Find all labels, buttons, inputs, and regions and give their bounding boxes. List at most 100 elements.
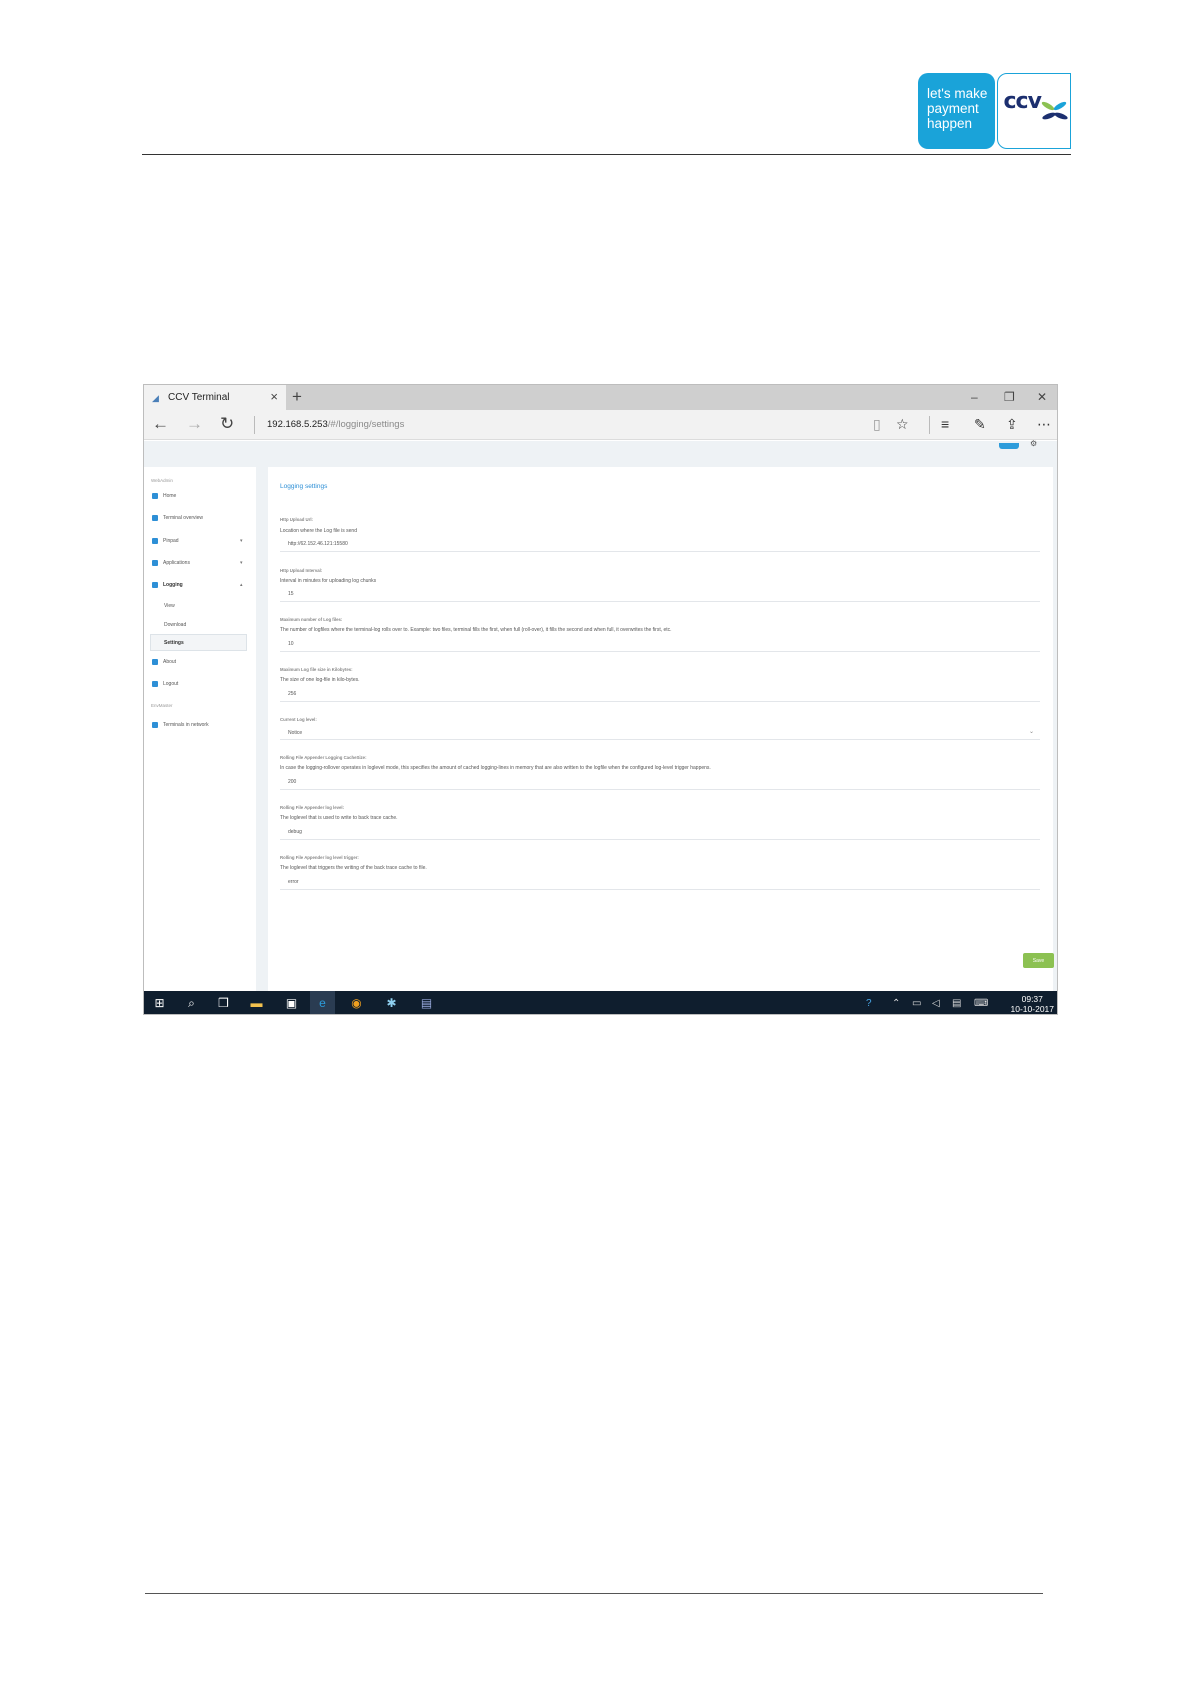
log-level-value: Notice	[288, 730, 303, 736]
sidebar-item-label: About	[163, 659, 177, 665]
address-bar: ← → ↻ 192.168.5.253/#/logging/settings ▯…	[144, 410, 1057, 440]
file-explorer-icon[interactable]: ▬	[249, 996, 264, 1011]
log-level-select[interactable]: Notice ⌄	[280, 725, 1040, 740]
cache-size-input[interactable]	[280, 775, 1040, 790]
sidebar-sub-download[interactable]: Download	[164, 622, 186, 628]
settings-panel: Logging settings Http Upload Url: Locati…	[268, 467, 1054, 992]
appender-log-level-input[interactable]	[280, 825, 1040, 840]
sidebar-sub-view[interactable]: View	[164, 603, 175, 609]
search-icon[interactable]: ⌕	[184, 996, 199, 1011]
system-clock[interactable]: 09:37 10-10-2017	[1011, 994, 1054, 1014]
field-label: Http Upload Url:	[280, 517, 313, 522]
keyboard-icon[interactable]: ⌨	[974, 997, 988, 1010]
pinpad-icon	[152, 538, 158, 544]
toolbar-separator	[929, 416, 930, 434]
sidebar-item-label: Pinpad	[163, 538, 179, 544]
apps-icon	[152, 560, 158, 566]
sidebar-sub-settings[interactable]: Settings	[150, 634, 247, 651]
store-icon[interactable]: ▣	[284, 996, 299, 1011]
field-label: Rolling File Appender log level:	[280, 805, 345, 810]
star-icon[interactable]: ☆	[896, 415, 909, 433]
http-upload-interval-input[interactable]	[280, 587, 1040, 602]
edge-icon[interactable]: e	[310, 991, 335, 1014]
ccv-flower-icon	[1041, 101, 1068, 120]
url-field[interactable]: 192.168.5.253/#/logging/settings	[267, 419, 404, 430]
page-title: Logging settings	[280, 483, 328, 490]
field-description: The loglevel that is used to write to ba…	[280, 815, 398, 821]
lock-icon	[152, 681, 158, 687]
ccv-wordmark-text: ccv	[1003, 89, 1042, 114]
close-icon[interactable]: ×	[270, 390, 278, 404]
page-viewport: ⚙ WebAdmin Home Terminal overview Pinpad…	[144, 439, 1057, 992]
browser-tab[interactable]: ◢ CCV Terminal ×	[144, 385, 286, 410]
more-icon[interactable]: ⋯	[1037, 415, 1051, 433]
back-arrow-icon[interactable]: ←	[152, 414, 169, 434]
chrome-icon[interactable]: ◉	[349, 996, 364, 1011]
info-icon	[152, 659, 158, 665]
sidebar-item-label: Logout	[163, 681, 179, 687]
grid-icon	[152, 722, 158, 728]
plus-icon[interactable]: +	[292, 387, 302, 407]
close-icon[interactable]: ✕	[1037, 389, 1047, 405]
chevron-up-icon[interactable]: ⌃	[892, 997, 900, 1010]
chevron-down-icon: ▾	[240, 560, 243, 566]
clock-date: 10-10-2017	[1010, 1004, 1054, 1014]
hub-icon[interactable]: ≡	[941, 415, 949, 433]
brand-slogan-line: let's make	[927, 86, 988, 101]
sidebar-item-label: Home	[163, 493, 177, 499]
paint-icon[interactable]: ✱	[384, 996, 399, 1011]
chevron-down-icon: ⌄	[1028, 729, 1034, 735]
windows-start-icon[interactable]: ⊞	[152, 996, 167, 1011]
notepad-icon[interactable]: ▤	[419, 996, 434, 1011]
file-icon	[152, 582, 158, 588]
browser-screenshot: ◢ CCV Terminal × + – ❐ ✕ ← → ↻ 192.168.5…	[143, 384, 1058, 1015]
http-upload-url-input[interactable]	[280, 537, 1040, 552]
volume-icon[interactable]: ◁	[932, 997, 940, 1010]
monitor-icon	[152, 515, 158, 521]
sidebar-section-title: EnvMaster	[151, 703, 173, 708]
restore-icon[interactable]: ❐	[1004, 389, 1015, 405]
sidebar-item-label: Terminals in network	[163, 722, 209, 728]
sidebar-item-label: Terminal overview	[163, 515, 204, 521]
settings-icon[interactable]: ⚙	[1030, 439, 1037, 448]
field-label: Maximum number of Log files:	[280, 617, 343, 622]
battery-icon[interactable]: ▭	[912, 997, 921, 1010]
browser-tabbar: ◢ CCV Terminal × + – ❐ ✕	[144, 385, 1057, 410]
refresh-icon[interactable]: ↻	[220, 414, 234, 434]
sidebar-item-home[interactable]: Home	[152, 489, 176, 503]
notifications-icon[interactable]: ▤	[952, 997, 961, 1010]
sidebar-item-terminals-in-network[interactable]: Terminals in network	[152, 718, 209, 732]
sidebar-item-about[interactable]: About	[152, 655, 176, 669]
tab-title: CCV Terminal	[168, 392, 230, 403]
field-description: The number of logfiles where the termina…	[280, 627, 672, 633]
sidebar-item-applications[interactable]: Applications ▾	[152, 556, 243, 570]
max-log-files-input[interactable]	[280, 637, 1040, 652]
help-icon[interactable]: ?	[866, 997, 872, 1010]
field-label: Rolling File Appender Logging CacheSize:	[280, 755, 367, 760]
reading-view-icon[interactable]: ▯	[873, 415, 881, 433]
web-note-icon[interactable]: ✎	[974, 415, 986, 433]
task-view-icon[interactable]: ❒	[216, 996, 231, 1011]
field-label: Current Log level:	[280, 717, 317, 722]
appender-log-level-trigger-input[interactable]	[280, 875, 1040, 890]
user-button[interactable]	[999, 443, 1019, 449]
share-icon[interactable]: ⇪	[1006, 415, 1018, 433]
address-separator	[254, 416, 255, 434]
ccv-logo: let's make payment happen ccv	[918, 73, 1071, 149]
max-log-file-size-input[interactable]	[280, 687, 1040, 702]
windows-taskbar: ⊞ ⌕ ❒ ▬ ▣ e ◉ ✱ ▤ ? ⌃ ▭ ◁ ▤ ⌨ 09:37 10-1…	[144, 991, 1057, 1014]
forward-arrow-icon[interactable]: →	[186, 414, 203, 434]
sidebar-item-pinpad[interactable]: Pinpad ▾	[152, 534, 243, 548]
sidebar-item-logging[interactable]: Logging ▴	[152, 578, 243, 592]
save-button[interactable]: Save	[1023, 953, 1054, 968]
sidebar-item-terminal-overview[interactable]: Terminal overview	[152, 511, 203, 525]
field-description: Interval in minutes for uploading log ch…	[280, 578, 377, 584]
field-description: In case the logging-rollover operates in…	[280, 765, 711, 771]
sidebar-section-title: WebAdmin	[151, 478, 173, 483]
sidebar-item-logout[interactable]: Logout	[152, 677, 178, 691]
sidebar-item-label: Applications	[163, 560, 190, 566]
field-label: Http Upload Interval:	[280, 568, 323, 573]
tab-favicon-icon: ◢	[152, 392, 159, 403]
sidebar-item-label: Logging	[163, 582, 183, 588]
minimize-icon[interactable]: –	[971, 389, 978, 405]
